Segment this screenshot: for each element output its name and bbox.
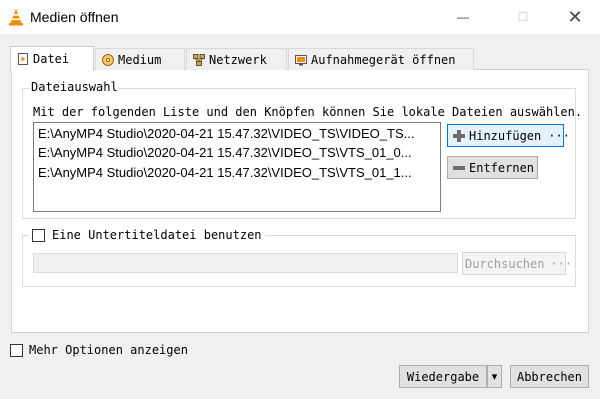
tab-bar: Datei Medium Netzwerk Aufnahmegerät öffn… [10, 46, 480, 71]
minus-icon [452, 161, 466, 175]
add-button-label: Hinzufügen [469, 128, 542, 143]
maximize-button[interactable]: ☐ [500, 0, 546, 34]
more-options-label: Mehr Optionen anzeigen [29, 343, 188, 357]
play-dropdown-button[interactable]: ▾ [487, 365, 502, 388]
remove-button[interactable]: Entfernen [447, 156, 538, 179]
list-item[interactable]: E:\AnyMP4 Studio\2020-04-21 15.47.32\VID… [38, 145, 412, 160]
tab-medium[interactable]: Medium [95, 48, 185, 70]
tab-datei[interactable]: Datei [10, 46, 94, 71]
list-item[interactable]: E:\AnyMP4 Studio\2020-04-21 15.47.32\VID… [38, 165, 412, 180]
more-options-row[interactable]: Mehr Optionen anzeigen [10, 343, 188, 357]
disc-icon [102, 53, 114, 66]
cancel-button-label: Abbrechen [516, 369, 583, 384]
chevron-down-icon: ▾ [491, 370, 498, 383]
maximize-icon: ☐ [517, 10, 529, 24]
add-button[interactable]: Hinzufügen ··· [447, 124, 570, 147]
plus-icon [452, 129, 466, 143]
tab-label: Medium [118, 52, 162, 67]
add-button-ellipsis: ··· [548, 128, 570, 143]
network-icon [193, 53, 205, 66]
cancel-button[interactable]: Abbrechen [510, 365, 589, 388]
browse-button-label: Durchsuchen [465, 256, 545, 271]
capture-device-icon [295, 54, 307, 66]
tab-label: Aufnahmegerät öffnen [311, 52, 456, 67]
subtitle-checkbox-row[interactable]: Eine Untertiteldatei benutzen [29, 228, 265, 242]
minimize-button[interactable]: — [440, 0, 486, 34]
tab-label: Datei [33, 52, 70, 66]
play-button[interactable]: Wiedergabe [399, 365, 487, 388]
list-item[interactable]: E:\AnyMP4 Studio\2020-04-21 15.47.32\VID… [38, 126, 414, 141]
browse-button-ellipsis: ··· [550, 256, 573, 271]
file-list[interactable]: E:\AnyMP4 Studio\2020-04-21 15.47.32\VID… [33, 122, 441, 212]
play-button-label: Wiedergabe [406, 369, 480, 384]
vlc-cone-icon [8, 8, 24, 26]
close-button[interactable]: ✕ [552, 0, 598, 34]
tab-aufnahmegeraet[interactable]: Aufnahmegerät öffnen [288, 48, 474, 70]
subtitle-checkbox[interactable] [32, 228, 45, 242]
file-selection-description: Mit der folgenden Liste und den Knöpfen … [33, 105, 583, 119]
window-title: Medien öffnen [30, 9, 119, 25]
file-selection-title: Dateiauswahl [30, 80, 119, 94]
tab-label: Netzwerk [209, 52, 267, 67]
more-options-checkbox[interactable] [10, 343, 23, 357]
browse-button: Durchsuchen ··· [462, 252, 572, 275]
tab-netzwerk[interactable]: Netzwerk [186, 48, 287, 70]
file-icon [17, 53, 29, 65]
remove-button-label: Entfernen [469, 160, 535, 175]
subtitle-checkbox-label: Eine Untertiteldatei benutzen [52, 228, 262, 242]
subtitle-path-input [33, 253, 458, 273]
